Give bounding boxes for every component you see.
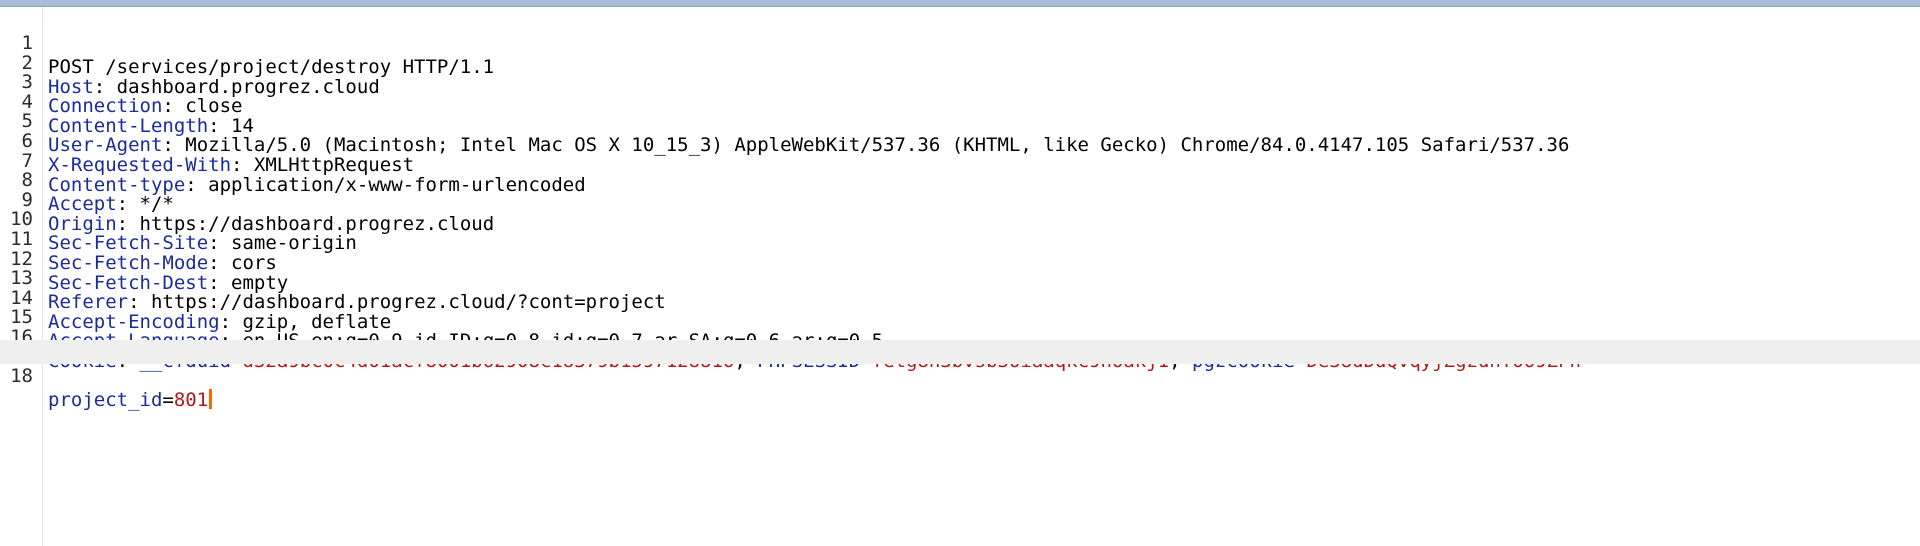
body-param-name: project_id xyxy=(48,389,163,412)
window-top-bar xyxy=(0,0,1920,7)
body-line[interactable]: 18 project_id=801 xyxy=(0,340,1920,411)
line-number: 18 xyxy=(10,365,33,388)
http-request-editor[interactable]: 1 POST /services/project/destroy HTTP/1.… xyxy=(0,7,1920,546)
body-param-value: 801 xyxy=(173,389,209,412)
text-caret xyxy=(209,389,213,410)
